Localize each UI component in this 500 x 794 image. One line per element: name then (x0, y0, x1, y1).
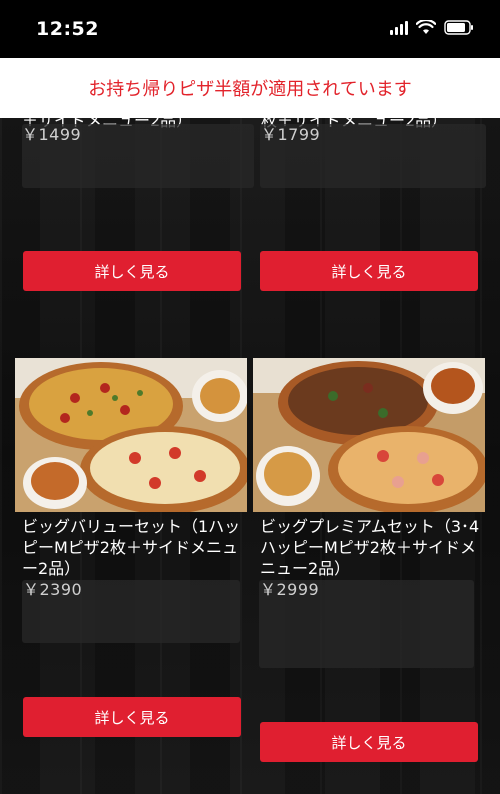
discount-banner-text: お持ち帰りピザ半額が適用されています (88, 79, 412, 100)
product-price: ￥1799 (261, 125, 321, 144)
product-title: ビッグプレミアムセット（3･4ハッピーMピザ2枚＋サイドメニュー2品） (260, 517, 480, 578)
product-card: 枚＋サイドメニュー2品） ￥1799 (254, 118, 486, 188)
product-price: ￥2999 (260, 580, 320, 599)
details-button[interactable]: 詳しく見る (260, 722, 478, 762)
wifi-icon (416, 20, 436, 35)
product-card: ビッグプレミアムセット（3･4ハッピーMピザ2枚＋サイドメニュー2品） (260, 516, 485, 579)
product-card: ビッグバリューセット（1ハッピーMピザ2枚＋サイドメニュー2品） (22, 516, 247, 579)
product-grid: ＋サイドメニュー2品） ￥1499 詳しく見る 枚＋サイドメニュー2品） ￥17… (0, 118, 500, 794)
product-title: ビッグバリューセット（1ハッピーMピザ2枚＋サイドメニュー2品） (22, 517, 241, 578)
product-price: ￥2390 (23, 580, 83, 599)
product-price: ￥1499 (22, 125, 82, 144)
signal-icon (390, 20, 408, 35)
status-time: 12:52 (36, 18, 99, 40)
product-image[interactable] (253, 358, 485, 512)
status-icons (390, 20, 474, 35)
product-image[interactable] (15, 358, 247, 512)
details-button[interactable]: 詳しく見る (23, 251, 241, 291)
battery-icon (444, 20, 474, 35)
status-bar: 12:52 (0, 0, 500, 58)
details-button[interactable]: 詳しく見る (260, 251, 478, 291)
discount-banner: お持ち帰りピザ半額が適用されています (0, 58, 500, 118)
product-card: ＋サイドメニュー2品） ￥1499 (15, 118, 254, 188)
details-button[interactable]: 詳しく見る (23, 697, 241, 737)
